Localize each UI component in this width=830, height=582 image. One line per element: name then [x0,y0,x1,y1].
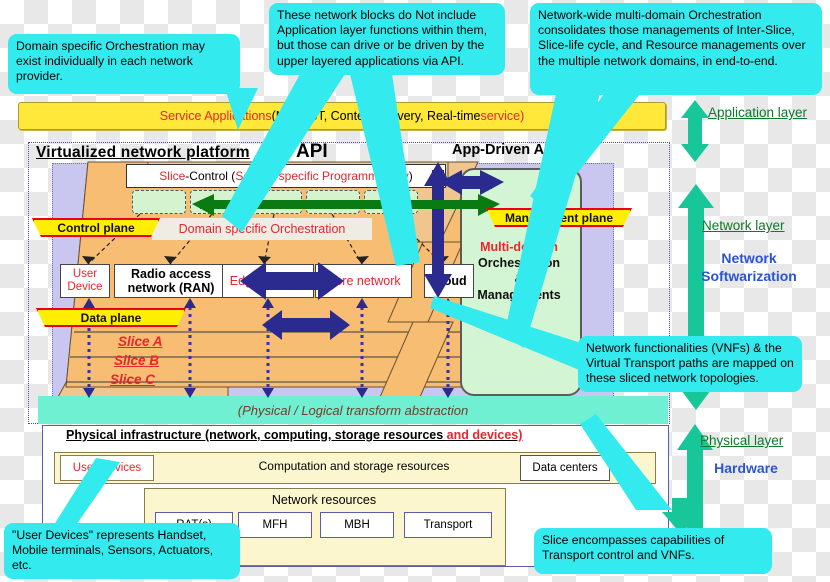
callout-user-devices-text: "User Devices" represents Handset, Mobil… [12,528,214,573]
callout-vnf-mapping: Network functionalities (VNFs) & the Vir… [578,336,802,392]
callout-network-blocks-text: These network blocks do Not include Appl… [277,8,488,68]
callout-user-devices: "User Devices" represents Handset, Mobil… [4,523,240,579]
callout-network-blocks: These network blocks do Not include Appl… [269,3,505,75]
callout-multi-domain: Network-wide multi-domain Orchestration … [530,3,822,95]
callout-multi-domain-text: Network-wide multi-domain Orchestration … [538,8,806,68]
callout-vnf-mapping-text: Network functionalities (VNFs) & the Vir… [586,341,794,386]
callout-domain-orchestration-text: Domain specific Orchestration may exist … [16,39,205,84]
callout-slice-capabilities-text: Slice encompasses capabilities of Transp… [542,533,725,563]
callout-slice-capabilities: Slice encompasses capabilities of Transp… [534,528,772,574]
callout-domain-orchestration: Domain specific Orchestration may exist … [8,34,240,94]
